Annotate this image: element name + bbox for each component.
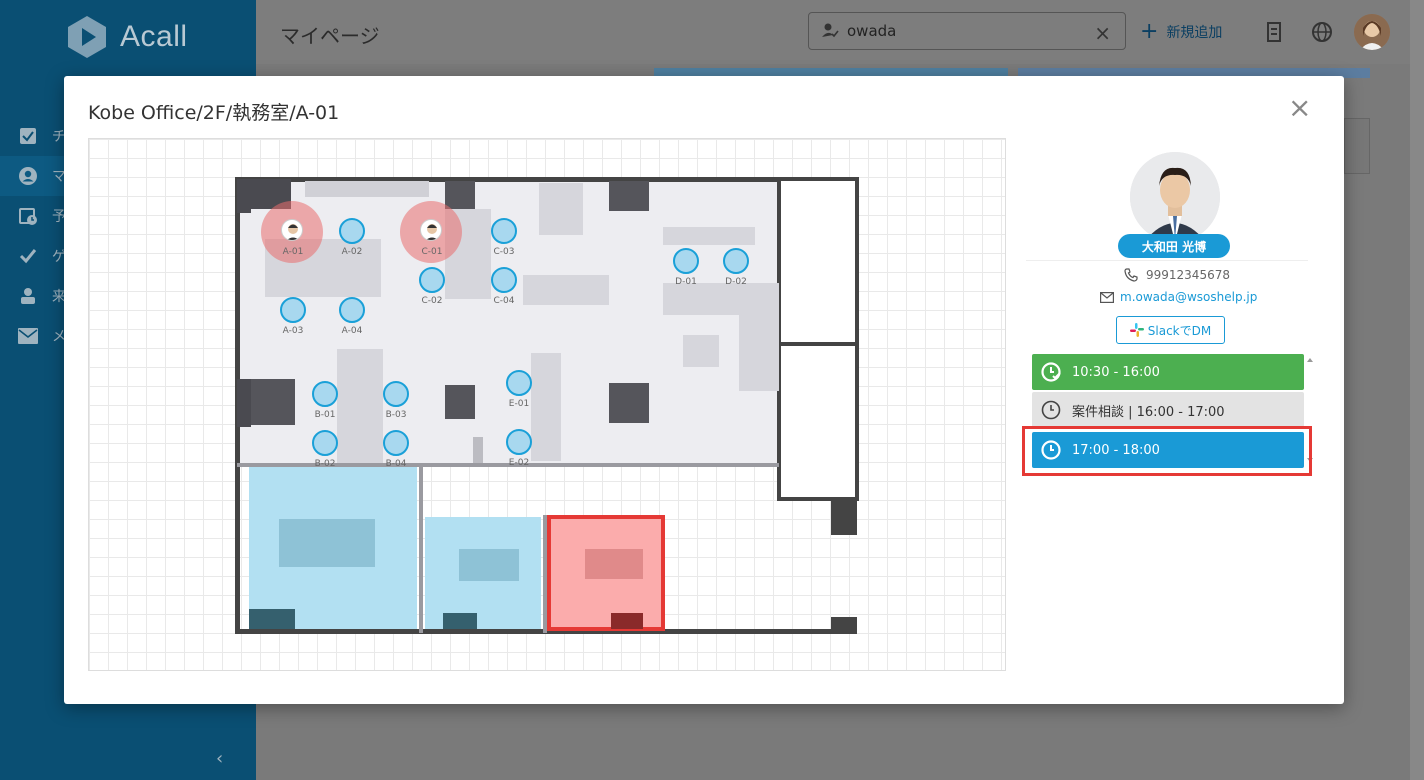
topbar: マイページ owada × + 新規追加 (256, 0, 1424, 64)
checkbox-icon (18, 126, 38, 146)
divider (1026, 260, 1308, 261)
modal-title: Kobe Office/2F/執務室/A-01 (88, 102, 340, 124)
seat-label: D-02 (725, 277, 747, 287)
seat[interactable] (673, 248, 699, 274)
logo[interactable]: Acall (64, 14, 188, 60)
add-new-button[interactable]: + 新規追加 (1140, 19, 1223, 44)
user-name-badge: 大和田 光博 (1118, 234, 1230, 258)
user-avatar (420, 219, 442, 241)
slack-dm-button[interactable]: SlackでDM (1116, 316, 1225, 344)
mail-icon (1100, 291, 1114, 303)
schedule-item[interactable]: 案件相談 | 16:00 - 17:00 (1032, 392, 1304, 428)
seat[interactable] (506, 429, 532, 455)
user-avatar (281, 219, 303, 241)
email-row: m.owada@wsoshelp.jp (1100, 290, 1257, 304)
people-icon (18, 286, 38, 306)
plus-icon: + (1140, 19, 1159, 44)
seat[interactable] (383, 430, 409, 456)
clock-check-icon (1041, 362, 1061, 382)
email-link[interactable]: m.owada@wsoshelp.jp (1120, 290, 1257, 304)
floor-map[interactable]: A-01 C-01 A-02 A-03 A-04 C-02 C-03 C-04 … (88, 138, 1006, 671)
clear-search-button[interactable]: × (1094, 21, 1111, 45)
seat[interactable] (419, 267, 445, 293)
seat[interactable] (339, 297, 365, 323)
seat[interactable] (723, 248, 749, 274)
schedule-time: 10:30 - 16:00 (1072, 364, 1160, 380)
seat-label: A-04 (341, 326, 363, 336)
seat-detail-modal: Kobe Office/2F/執務室/A-01 × A-01 C-01 A-02… (64, 76, 1344, 704)
phone-number: 99912345678 (1146, 268, 1230, 282)
slack-icon (1129, 323, 1144, 337)
logo-text: Acall (120, 20, 188, 53)
seat-label: D-01 (675, 277, 697, 287)
phone-row: 99912345678 (1124, 268, 1230, 282)
calendar-clock-icon (18, 206, 38, 226)
clock-icon (1041, 400, 1061, 420)
seat-label: B-04 (385, 459, 407, 469)
floor-plan (235, 177, 859, 634)
page-scrollbar[interactable] (1410, 0, 1424, 780)
seat-label: C-02 (421, 296, 443, 306)
seat[interactable] (280, 297, 306, 323)
user-search-input[interactable]: owada × (808, 12, 1126, 50)
seat-label: A-03 (282, 326, 304, 336)
seat-label: E-01 (508, 399, 530, 409)
page-title: マイページ (280, 24, 380, 48)
background-scrollbar (1344, 118, 1370, 174)
globe-icon[interactable] (1310, 20, 1334, 44)
schedule-item[interactable]: 10:30 - 16:00 (1032, 354, 1304, 390)
seat-label: A-01 (282, 247, 304, 257)
acall-logo-icon (68, 16, 106, 58)
seat[interactable] (339, 218, 365, 244)
schedule-time: 案件相談 | 16:00 - 17:00 (1072, 404, 1225, 420)
search-value: owada (847, 22, 897, 40)
slack-dm-label: SlackでDM (1147, 323, 1212, 338)
close-icon[interactable]: × (1288, 94, 1311, 122)
account-circle-icon (18, 166, 38, 186)
user-avatar[interactable] (1354, 14, 1390, 50)
seat-label: A-02 (341, 247, 363, 257)
selection-highlight (1022, 426, 1312, 476)
add-new-label: 新規追加 (1166, 25, 1223, 41)
seat-label: B-01 (314, 410, 336, 420)
user-check-icon (822, 23, 839, 38)
seat[interactable] (383, 381, 409, 407)
seat-label: B-03 (385, 410, 407, 420)
seat[interactable] (312, 430, 338, 456)
seat-label: C-03 (493, 247, 515, 257)
seat[interactable] (491, 267, 517, 293)
profile-photo (1130, 152, 1220, 242)
checkmark-icon (18, 246, 38, 266)
seat[interactable] (312, 381, 338, 407)
building-icon[interactable] (1262, 20, 1286, 44)
seat-label: B-02 (314, 459, 336, 469)
seat[interactable] (491, 218, 517, 244)
seat-label: C-01 (421, 247, 443, 257)
sidebar-collapse-button[interactable]: ‹ (216, 748, 223, 769)
seat-label: E-02 (508, 458, 530, 468)
phone-icon (1124, 268, 1138, 282)
seat-label: C-04 (493, 296, 515, 306)
seat[interactable] (506, 370, 532, 396)
mail-icon (18, 326, 38, 346)
